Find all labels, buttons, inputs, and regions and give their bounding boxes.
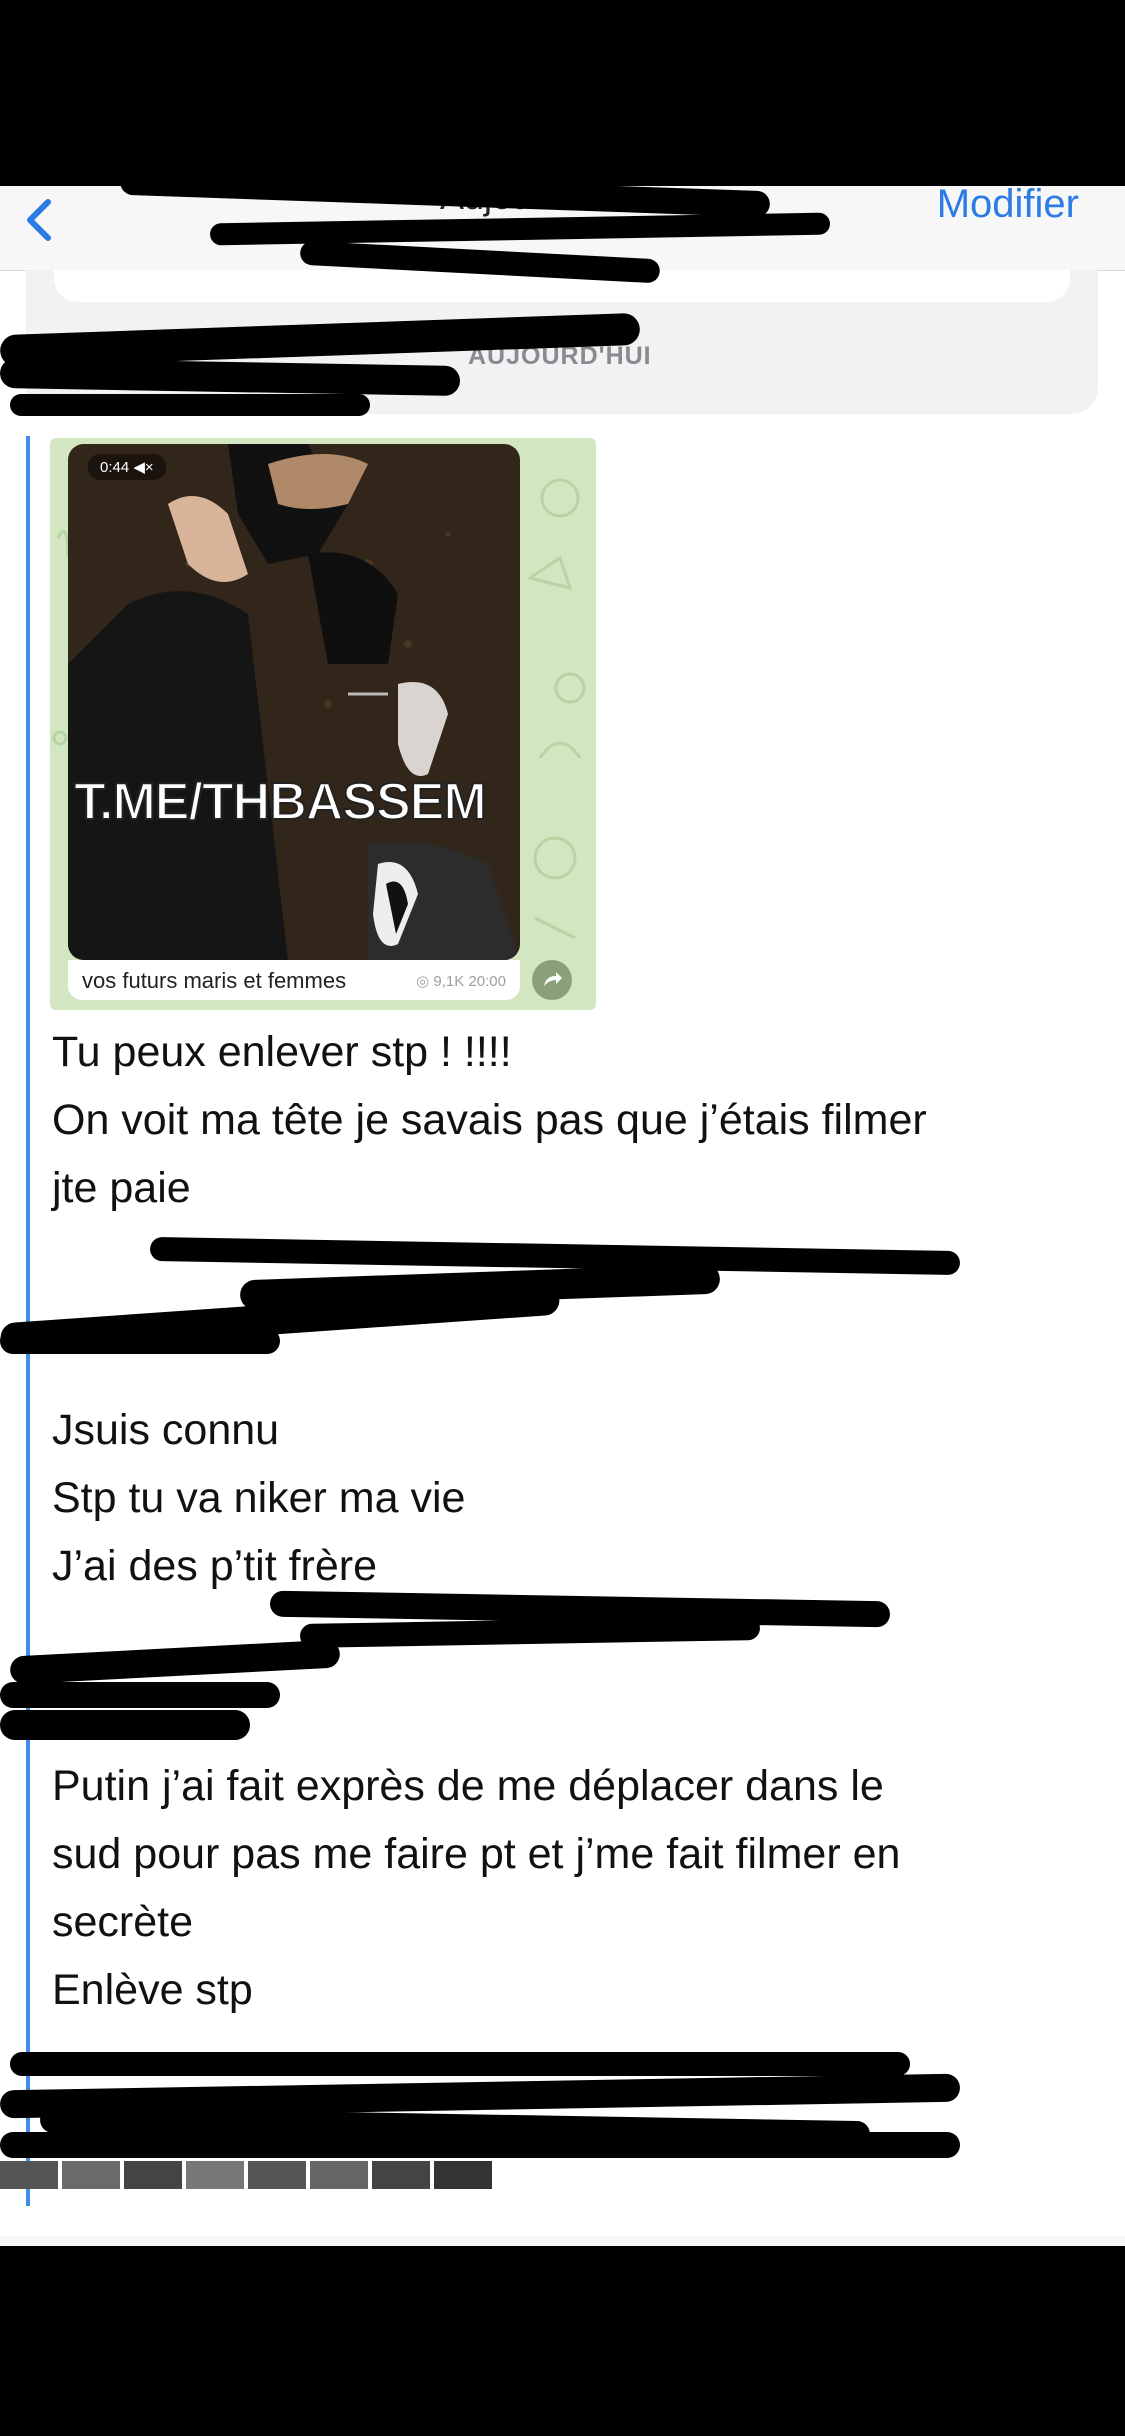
video-caption-bar: vos futurs maris et femmes ◎ 9,1K 20:00 [68, 960, 520, 1000]
message-line: Enlève stp [52, 1966, 253, 2014]
message-bubble: Jsuis connu Stp tu va niker ma vie J’ai … [52, 1396, 465, 1600]
eye-icon: ◎ [416, 973, 430, 990]
view-count: 9,1K [433, 973, 465, 990]
thumbnail[interactable] [372, 2161, 430, 2189]
edit-button[interactable]: Modifier [937, 186, 1079, 227]
chevron-left-icon [27, 199, 51, 241]
thumbnail[interactable] [248, 2161, 306, 2189]
thumbnail[interactable] [0, 2161, 58, 2189]
message-line: J’ai des p’tit frère [52, 1542, 378, 1590]
share-arrow-icon [544, 972, 562, 986]
forwarded-video-preview[interactable]: 0:44 ◀× T.ME/THBASSEM vos futurs maris e… [50, 438, 596, 1010]
thumbnail[interactable] [124, 2161, 182, 2189]
message-line: Tu peux enlever stp ! !!!! [52, 1028, 512, 1076]
video-caption: vos futurs maris et femmes [82, 968, 347, 993]
message-line: Stp tu va niker ma vie [52, 1474, 466, 1522]
video-watermark: T.ME/THBASSEM [73, 772, 488, 832]
back-button[interactable] [18, 194, 66, 254]
video-duration-badge: 0:44 ◀× [88, 454, 166, 480]
video-duration: 0:44 [100, 459, 130, 476]
screen: Aujourd'hui Modifier AUJOURD'HUI [0, 186, 1125, 2246]
mute-icon: ◀× [133, 459, 154, 476]
message-bubble: Tu peux enlever stp ! !!!! On voit ma tê… [52, 1018, 927, 1222]
video-frame-image [68, 444, 520, 960]
video-frame: 0:44 ◀× T.ME/THBASSEM [68, 444, 520, 960]
video-meta: ◎ 9,1K 20:00 [416, 972, 506, 990]
bottom-toolbar [0, 2236, 1125, 2246]
thumbnail[interactable] [310, 2161, 368, 2189]
message-line: On voit ma tête je savais pas que j’étai… [52, 1096, 927, 1144]
post-time: 20:00 [468, 973, 506, 990]
share-button[interactable] [532, 960, 572, 1000]
message-line: jte paie [52, 1164, 191, 1212]
message-line: secrète [52, 1898, 194, 1946]
thumbnail-strip [0, 2161, 500, 2191]
message-line: Jsuis connu [52, 1406, 280, 1454]
quote-bar [26, 436, 30, 1404]
thumbnail[interactable] [434, 2161, 492, 2189]
message-line: sud pour pas me faire pt et j’me fait fi… [52, 1830, 901, 1878]
message-bubble: Putin j’ai fait exprès de me déplacer da… [52, 1752, 900, 2024]
message-line: Putin j’ai fait exprès de me déplacer da… [52, 1762, 884, 1810]
thumbnail[interactable] [62, 2161, 120, 2189]
thumbnail[interactable] [186, 2161, 244, 2189]
